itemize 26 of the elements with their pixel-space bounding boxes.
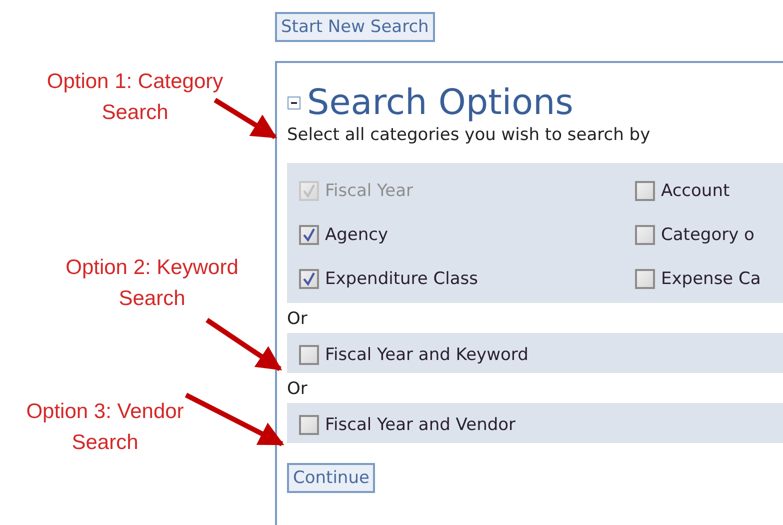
section-title: Search Options [307, 83, 574, 123]
checkbox[interactable] [299, 269, 319, 289]
option-label: Fiscal Year and Keyword [325, 345, 528, 365]
callout-text: Option 3: Vendor Search [25, 399, 185, 456]
category-label: Category o [661, 225, 754, 245]
continue-button[interactable]: Continue [287, 463, 376, 493]
category-label: Agency [325, 225, 388, 245]
callout-arrow [214, 98, 278, 140]
callout-text: Option 2: Keyword Search [64, 255, 240, 312]
checkbox[interactable] [299, 225, 319, 245]
category-label: Expenditure Class [325, 269, 478, 289]
category-label: Fiscal Year [325, 181, 414, 201]
instruction-text: Select all categories you wish to search by [287, 125, 652, 145]
option-label: Fiscal Year and Vendor [325, 415, 516, 435]
checkbox[interactable] [635, 269, 655, 289]
checkbox[interactable] [635, 181, 655, 201]
collapse-icon[interactable] [287, 96, 301, 110]
or-separator: Or [287, 379, 308, 399]
checkbox[interactable] [299, 345, 319, 365]
callout-text: Option 1: Category Search [46, 69, 224, 126]
start-new-search-button[interactable]: Start New Search [275, 12, 435, 42]
checkbox[interactable] [635, 225, 655, 245]
or-separator: Or [287, 309, 308, 329]
checkbox[interactable] [299, 415, 319, 435]
category-label: Expense Ca [661, 269, 761, 289]
category-label: Account [661, 181, 730, 201]
